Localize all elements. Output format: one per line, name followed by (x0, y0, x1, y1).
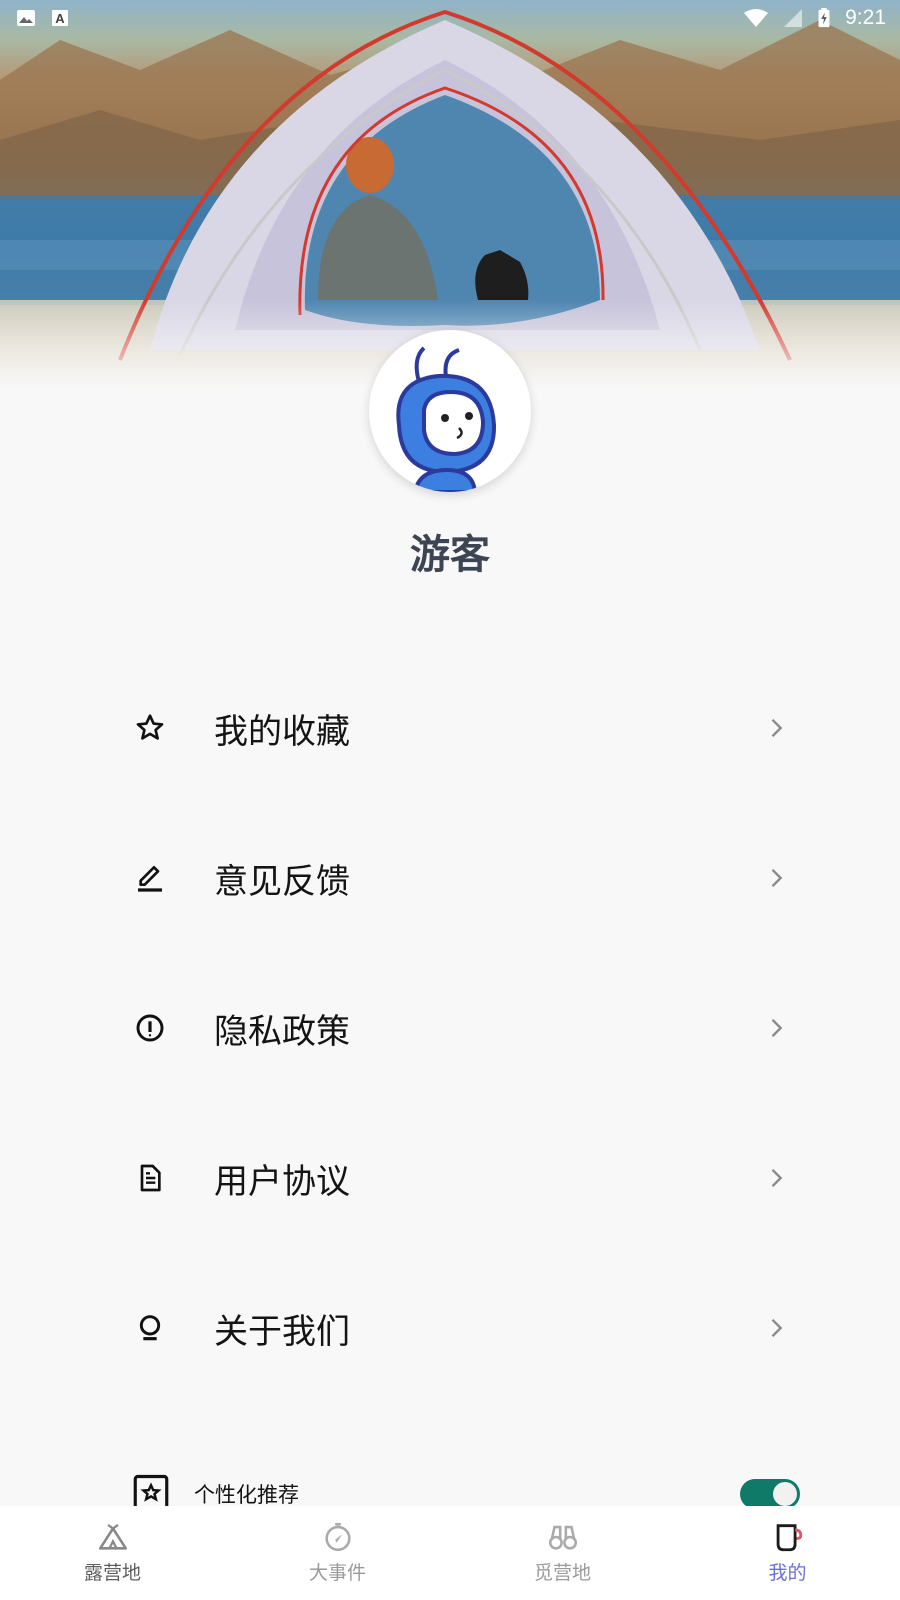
menu-item-label: 关于我们 (214, 1311, 350, 1352)
nav-item-campsite[interactable]: 露营地 (0, 1506, 225, 1600)
menu-item-feedback[interactable]: 意见反馈 (130, 838, 790, 918)
wifi-icon (744, 9, 769, 27)
menu-item-label: 意见反馈 (214, 861, 350, 902)
image-icon (17, 10, 35, 26)
menu-item-favorites[interactable]: 我的收藏 (130, 688, 790, 768)
info-circle-icon (130, 1008, 170, 1048)
avatar[interactable] (369, 330, 531, 492)
compass-icon (324, 1522, 351, 1552)
nav-item-events[interactable]: 大事件 (225, 1506, 450, 1600)
status-time: 9:21 (845, 6, 886, 29)
nav-label: 露营地 (83, 1562, 141, 1584)
menu-item-label: 我的收藏 (214, 711, 350, 752)
keyboard-a-icon: A (52, 10, 68, 26)
pencil-icon (130, 858, 170, 898)
nav-label: 觅营地 (533, 1562, 591, 1584)
chevron-right-icon (771, 1169, 783, 1187)
document-icon (130, 1158, 170, 1198)
status-bar: A 9:21 (0, 0, 900, 36)
personalized-recommendation-label: 个性化推荐 (194, 1483, 299, 1507)
profile-username: 游客 (410, 532, 490, 578)
battery-charging-icon (818, 8, 830, 28)
cup-icon (776, 1524, 802, 1552)
menu-item-about-us[interactable]: 关于我们 (130, 1288, 790, 1368)
nav-label: 大事件 (308, 1562, 366, 1584)
menu-item-label: 隐私政策 (214, 1011, 350, 1052)
chevron-right-icon (771, 1019, 783, 1037)
tent-icon (98, 1524, 127, 1550)
svg-text:A: A (55, 11, 65, 26)
bottom-navigation: 露营地 大事件 觅营地 我的 (0, 1506, 900, 1600)
chevron-right-icon (771, 869, 783, 887)
toggle-knob (773, 1482, 797, 1506)
binoculars-icon (548, 1525, 577, 1550)
robot-avatar-icon (396, 346, 497, 492)
nav-item-find-campsite[interactable]: 觅营地 (450, 1506, 675, 1600)
star-icon (130, 708, 170, 748)
menu-item-privacy-policy[interactable]: 隐私政策 (130, 988, 790, 1068)
signal-icon (784, 9, 803, 27)
nav-item-mine[interactable]: 我的 (675, 1506, 900, 1600)
bulb-icon (130, 1308, 170, 1348)
chevron-right-icon (771, 1319, 783, 1337)
menu-item-user-agreement[interactable]: 用户协议 (130, 1138, 790, 1218)
chevron-right-icon (771, 719, 783, 737)
menu-item-label: 用户协议 (214, 1161, 350, 1202)
nav-label: 我的 (768, 1562, 807, 1584)
personalized-recommendation-toggle[interactable] (740, 1479, 800, 1509)
